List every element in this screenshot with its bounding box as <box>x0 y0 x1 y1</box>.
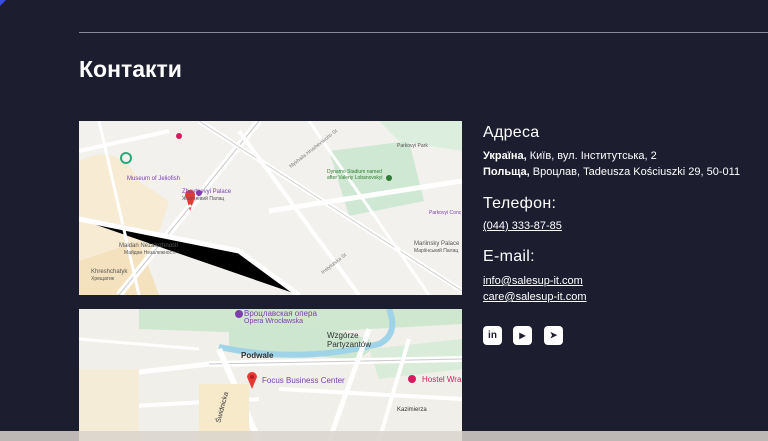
map-label-dynamo: Dynamo Stadium named after Valeriy Loban… <box>327 169 383 181</box>
map-wroclaw[interactable]: Вроцлавская опера Opera Wrocławska Wzgór… <box>79 309 462 441</box>
youtube-icon: ▶ <box>519 331 526 340</box>
map-label-park: Parkovyi Park <box>397 143 428 149</box>
divider <box>79 32 768 33</box>
map-label-museum: Museum of Jeliofish <box>127 176 181 182</box>
map-label-palace-sub: Жовтневий Палац <box>182 196 225 202</box>
map-label-opera: Вроцлавская опера <box>244 309 317 318</box>
youtube-button[interactable]: ▶ <box>513 326 532 345</box>
phone-heading: Телефон: <box>483 195 557 212</box>
taskbar <box>0 431 768 441</box>
map-label-khreshchatyk: Khreshchatyk <box>91 269 128 275</box>
map-label-maidan: Maidan Nezalezhnosti <box>119 243 179 249</box>
map-label-khreshchatyk-sub: Хрещатик <box>91 276 114 282</box>
email-heading: E-mail: <box>483 248 535 265</box>
email-link-info[interactable]: info@salesup-it.com <box>483 275 583 287</box>
address-heading: Адреса <box>483 124 540 141</box>
map-label-palace: Zhovtnevyi Palace <box>182 189 232 195</box>
map-label-mariinsky: Mariinsky Palace <box>414 241 460 247</box>
map-label-wzgorze: Wzgórze Partyzantów <box>327 331 372 349</box>
telegram-button[interactable]: ➤ <box>544 326 563 345</box>
page-title: Контакти <box>79 56 182 82</box>
linkedin-icon: in <box>488 330 497 341</box>
map-label-hostel: Hostel Wra <box>422 375 462 384</box>
phone-link[interactable]: (044) 333-87-85 <box>483 220 562 232</box>
address-poland-text: Вроцлав, Tadeusza Kościuszki 29, 50-011 <box>529 166 741 178</box>
address-ukraine-label: Україна, <box>483 150 527 162</box>
mouse-cursor <box>0 0 6 6</box>
address-poland: Польща, Вроцлав, Tadeusza Kościuszki 29,… <box>483 166 740 178</box>
map-label-podwale: Podwale <box>241 351 274 360</box>
address-ukraine: Україна, Київ, вул. Інститутська, 2 <box>483 150 657 162</box>
map-wroclaw-graphic <box>79 309 462 441</box>
map-label-park2: Parkovyi Conc <box>429 210 462 216</box>
linkedin-button[interactable]: in <box>483 326 502 345</box>
map-label-mariinsky-sub: Маріїнський Палац <box>414 248 459 254</box>
map-kyiv[interactable]: Museum of Jeliofish Zhovtnevyi Palace Жо… <box>79 121 462 295</box>
map-label-focus: Focus Business Center <box>262 376 345 385</box>
map-label-opera-sub: Opera Wrocławska <box>244 318 304 325</box>
telegram-icon: ➤ <box>549 330 558 340</box>
map-label-maidan-sub: Майдан Незалежності <box>124 250 176 256</box>
address-poland-label: Польща, <box>483 166 530 178</box>
map-label-kazimierza: Kazimierza <box>397 407 427 413</box>
address-ukraine-text: Київ, вул. Інститутська, 2 <box>526 150 657 162</box>
email-link-care[interactable]: care@salesup-it.com <box>483 291 586 303</box>
